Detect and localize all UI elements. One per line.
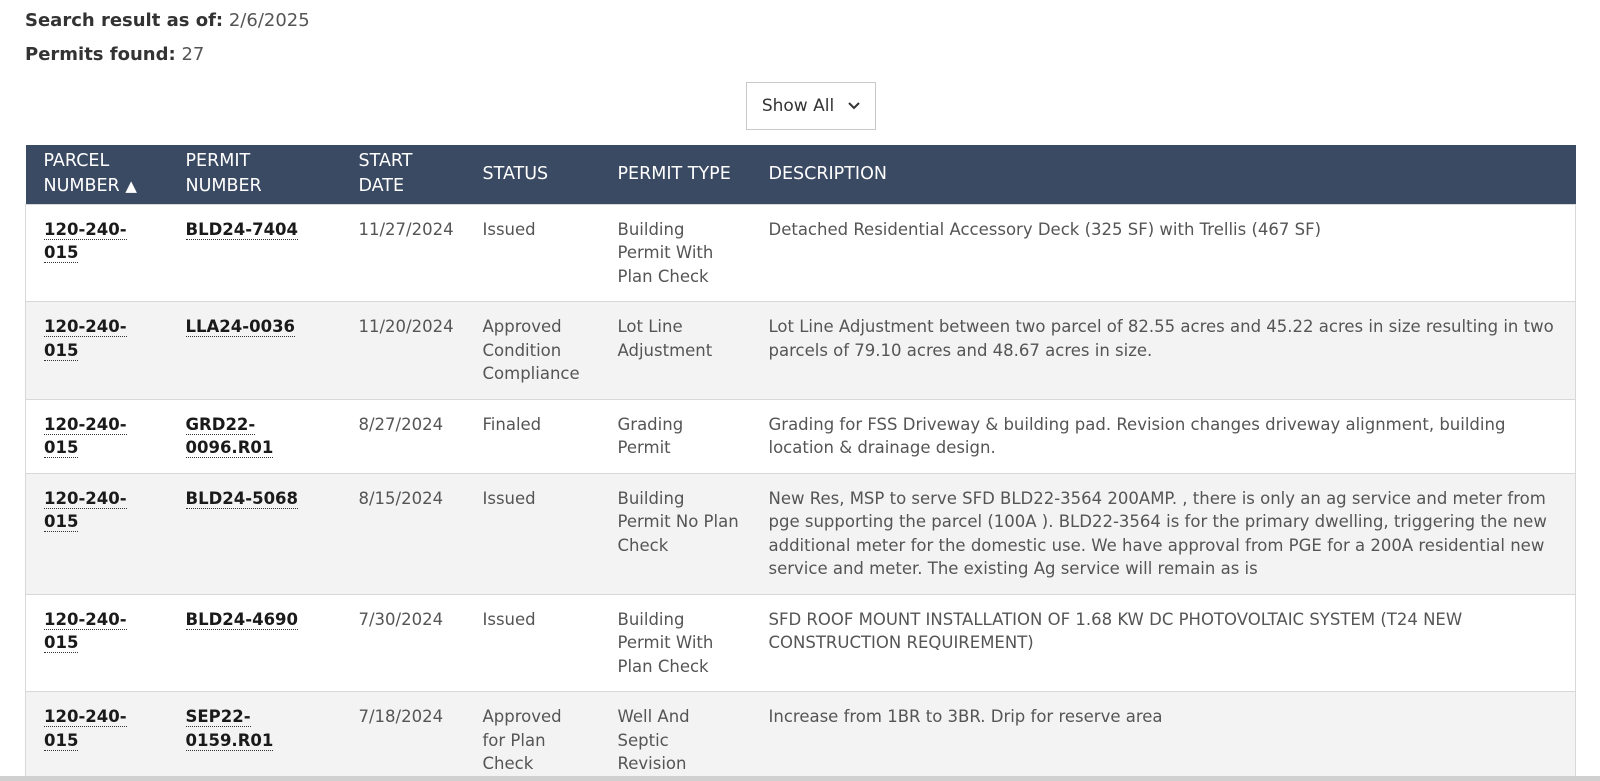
permit-number-link[interactable]: BLD24-5068 — [185, 488, 299, 509]
start-date-cell: 8/15/2024 — [340, 472, 465, 594]
permit-type-cell: Building Permit No Plan Check — [599, 472, 751, 594]
description-cell: Grading for FSS Driveway & building pad.… — [750, 398, 1576, 473]
parcel-number-link[interactable]: 120-240-015 — [44, 219, 127, 263]
search-date-label: Search result as of: — [25, 10, 224, 31]
permit-number-link[interactable]: GRD22-0096.R01 — [185, 414, 274, 458]
start-date-cell: 11/20/2024 — [340, 301, 465, 399]
permits-found-label: Permits found: — [25, 44, 176, 65]
permit-search-results-page: Search result as of: 2/6/2025 Permits fo… — [0, 0, 1600, 781]
header-permit-number[interactable]: PERMIT NUMBER — [168, 145, 341, 204]
table-row: 120-240-015 GRD22-0096.R01 8/27/2024 Fin… — [25, 398, 1576, 473]
parcel-number-link[interactable]: 120-240-015 — [44, 317, 127, 361]
status-cell: Approved Condition Compliance — [464, 301, 600, 399]
show-filter-selected-value: Show All — [761, 96, 835, 116]
status-cell: Issued — [464, 203, 600, 302]
horizontal-scrollbar[interactable] — [0, 776, 1600, 781]
status-cell: Finaled — [464, 398, 600, 473]
start-date-cell: 7/30/2024 — [340, 593, 465, 692]
permits-table: PARCEL NUMBER ▲ PERMIT NUMBER START DATE… — [25, 145, 1576, 781]
table-row: 120-240-015 BLD24-5068 8/15/2024 Issued … — [25, 472, 1576, 594]
description-cell: SFD ROOF MOUNT INSTALLATION OF 1.68 KW D… — [750, 593, 1576, 692]
status-cell: Issued — [464, 472, 600, 594]
parcel-number-link[interactable]: 120-240-015 — [44, 414, 127, 458]
parcel-number-link[interactable]: 120-240-015 — [44, 707, 127, 751]
description-cell: Detached Residential Accessory Deck (325… — [750, 203, 1576, 302]
start-date-cell: 7/18/2024 — [340, 691, 465, 781]
search-date-line: Search result as of: 2/6/2025 — [25, 10, 310, 31]
chevron-down-icon — [848, 99, 860, 113]
status-cell: Approved for Plan Check — [464, 691, 600, 781]
description-cell: New Res, MSP to serve SFD BLD22-3564 200… — [750, 472, 1576, 594]
status-cell: Issued — [464, 593, 600, 692]
header-status[interactable]: STATUS — [465, 145, 600, 204]
description-cell: Lot Line Adjustment between two parcel o… — [750, 301, 1576, 399]
header-parcel-number[interactable]: PARCEL NUMBER ▲ — [26, 145, 168, 204]
search-date-value: 2/6/2025 — [228, 10, 310, 31]
permit-type-cell: Building Permit With Plan Check — [599, 203, 751, 302]
permit-number-link[interactable]: SEP22-0159.R01 — [185, 707, 274, 751]
table-row: 120-240-015 BLD24-7404 11/27/2024 Issued… — [25, 203, 1576, 302]
sort-ascending-icon: ▲ — [125, 177, 137, 196]
table-row: 120-240-015 SEP22-0159.R01 7/18/2024 App… — [25, 691, 1576, 781]
permits-found-value: 27 — [181, 44, 205, 65]
permit-number-link[interactable]: BLD24-7404 — [185, 219, 299, 240]
start-date-cell: 11/27/2024 — [340, 203, 465, 302]
permit-number-link[interactable]: LLA24-0036 — [185, 317, 296, 337]
description-cell: Increase from 1BR to 3BR. Drip for reser… — [750, 691, 1576, 781]
table-row: 120-240-015 BLD24-4690 7/30/2024 Issued … — [25, 593, 1576, 692]
permit-number-link[interactable]: BLD24-4690 — [185, 609, 299, 630]
permit-type-cell: Lot Line Adjustment — [599, 301, 751, 399]
header-description[interactable]: DESCRIPTION — [751, 145, 1576, 204]
header-permit-type[interactable]: PERMIT TYPE — [600, 145, 751, 204]
table-row: 120-240-015 LLA24-0036 11/20/2024 Approv… — [25, 301, 1576, 399]
permit-type-cell: Grading Permit — [599, 398, 751, 473]
parcel-number-link[interactable]: 120-240-015 — [44, 609, 127, 653]
parcel-number-link[interactable]: 120-240-015 — [44, 488, 127, 532]
permit-type-cell: Well And Septic Revision — [599, 691, 751, 781]
table-header-row: PARCEL NUMBER ▲ PERMIT NUMBER START DATE… — [25, 145, 1576, 204]
permit-type-cell: Building Permit With Plan Check — [599, 593, 751, 692]
permits-found-line: Permits found: 27 — [25, 44, 204, 65]
header-start-date[interactable]: START DATE — [341, 145, 465, 204]
show-filter-select[interactable]: Show All — [746, 82, 876, 130]
start-date-cell: 8/27/2024 — [340, 398, 465, 473]
